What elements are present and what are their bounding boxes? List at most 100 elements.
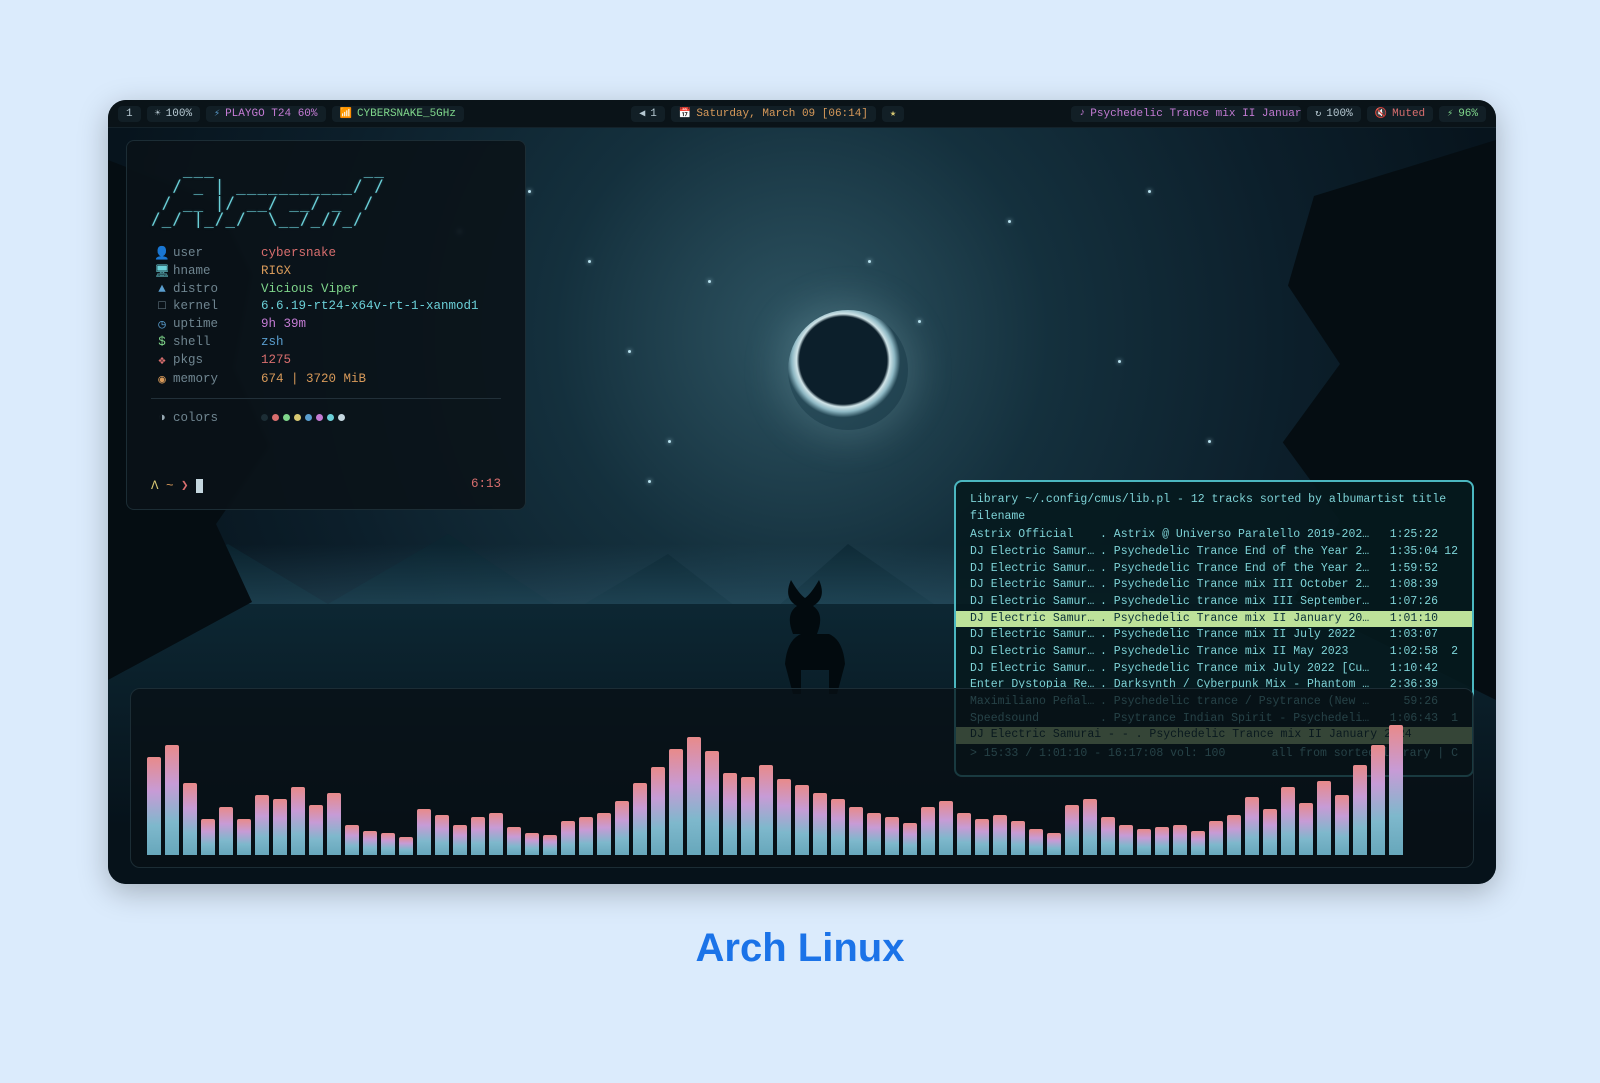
viz-bar <box>1371 745 1385 855</box>
loop-pill[interactable]: ↻100% <box>1307 106 1360 122</box>
viz-bar <box>741 777 755 855</box>
viz-bar <box>255 795 269 855</box>
star-pill[interactable]: ★ <box>882 106 904 122</box>
viz-bar <box>381 833 395 855</box>
cmus-header: Library ~/.config/cmus/lib.pl - 12 track… <box>970 492 1458 525</box>
viz-bar <box>489 813 503 855</box>
moon-graphic <box>788 310 908 430</box>
sysinfo-row-kernel: □kernel6.6.19-rt24-x64v-rt-1-xanmod1 <box>151 297 479 314</box>
viz-bar <box>849 807 863 855</box>
viz-bar <box>831 799 845 855</box>
palette-icon: ◑ <box>151 409 173 426</box>
viz-bar <box>1047 833 1061 855</box>
viz-bar <box>1335 795 1349 855</box>
viz-bar <box>345 825 359 855</box>
viz-bar <box>957 813 971 855</box>
viz-bar <box>1029 829 1043 855</box>
viz-bar <box>147 757 161 855</box>
viz-bar <box>1317 781 1331 855</box>
viz-bar <box>543 835 557 855</box>
cmus-track-row[interactable]: DJ Electric Samur…. Psychedelic Trance E… <box>970 561 1458 578</box>
viz-bar <box>561 821 575 855</box>
viz-bar <box>201 819 215 855</box>
viz-bar <box>615 801 629 855</box>
desktop-viewport: 1 ☀100% ⚡PLAYGO T24 60% 📶CYBERSNAKE_5GHz… <box>108 100 1496 884</box>
prompt-clock: 6:13 <box>471 477 501 493</box>
viz-bar <box>417 809 431 855</box>
viz-bar <box>399 837 413 855</box>
viz-bar <box>1263 809 1277 855</box>
viz-bar <box>651 767 665 855</box>
datetime-pill[interactable]: 📅Saturday, March 09 [06:14] <box>671 106 876 122</box>
music-pill[interactable]: ♪Psychedelic Trance mix II Januar… <box>1071 106 1301 122</box>
cmus-track-row[interactable]: DJ Electric Samur…. Psychedelic trance m… <box>970 594 1458 611</box>
viz-bar <box>309 805 323 855</box>
viz-bar <box>1353 765 1367 855</box>
viz-bar <box>1119 825 1133 855</box>
viz-bar <box>597 813 611 855</box>
viz-bar <box>1227 815 1241 855</box>
viz-bar <box>291 787 305 855</box>
viz-bar <box>165 745 179 855</box>
image-caption: Arch Linux <box>0 928 1600 968</box>
viz-bar <box>885 817 899 855</box>
viz-bar <box>903 823 917 855</box>
viz-bar <box>633 783 647 855</box>
viz-bar <box>1299 803 1313 855</box>
color-swatches <box>261 409 349 426</box>
viz-bar <box>435 815 449 855</box>
viz-bar <box>507 827 521 855</box>
viz-bar <box>1137 829 1151 855</box>
viz-bar <box>183 783 197 855</box>
sysinfo-row-pkgs: ❖pkgs1275 <box>151 350 479 369</box>
viz-bar <box>453 825 467 855</box>
volume-pill[interactable]: 🔇Muted <box>1367 106 1433 122</box>
viz-bar <box>1083 799 1097 855</box>
viz-bar <box>1155 827 1169 855</box>
viz-bar <box>921 807 935 855</box>
viz-bar <box>687 737 701 855</box>
viz-bar <box>525 833 539 855</box>
fetch-window[interactable]: ___ __ / _ | ___________/ / / __ |/ __/ … <box>126 140 526 510</box>
viz-bar <box>237 819 251 855</box>
shell-prompt[interactable]: Λ ~ ❯ <box>151 477 203 493</box>
brightness-pill[interactable]: ☀100% <box>147 106 200 122</box>
cmus-track-row[interactable]: DJ Electric Samur…. Psychedelic Trance m… <box>970 661 1458 678</box>
viz-bar <box>993 815 1007 855</box>
sysinfo-row-distro: ▲distroVicious Viper <box>151 280 479 297</box>
viz-bar <box>1011 821 1025 855</box>
colors-label: colors <box>173 409 261 426</box>
viz-bar <box>219 807 233 855</box>
wifi-pill[interactable]: 📶CYBERSNAKE_5GHz <box>332 106 464 122</box>
viz-bar <box>327 793 341 855</box>
cmus-track-row[interactable]: DJ Electric Samur…. Psychedelic Trance E… <box>970 544 1458 561</box>
viz-bar <box>1281 787 1295 855</box>
viz-bar <box>1389 725 1403 855</box>
viz-bar <box>1173 825 1187 855</box>
cmus-track-row[interactable]: DJ Electric Samur…. Psychedelic Trance m… <box>970 627 1458 644</box>
viz-bar <box>579 817 593 855</box>
viz-bar <box>669 749 683 855</box>
sysinfo-row-user: 👤usercybersnake <box>151 244 479 262</box>
workspace-indicator[interactable]: 1 <box>118 106 141 122</box>
sysinfo-row-shell: $shellzsh <box>151 333 479 350</box>
cmus-track-row[interactable]: DJ Electric Samur…. Psychedelic Trance m… <box>956 611 1472 628</box>
gpu-pill[interactable]: ⚡PLAYGO T24 60% <box>206 106 325 122</box>
viz-bar <box>867 813 881 855</box>
viz-bar <box>1245 797 1259 855</box>
viz-bar <box>1191 831 1205 855</box>
viz-bar <box>759 765 773 855</box>
cmus-track-row[interactable]: DJ Electric Samur…. Psychedelic Trance m… <box>970 644 1458 661</box>
audio-visualizer <box>130 688 1474 868</box>
cmus-track-row[interactable]: Astrix Official. Astrix @ Universo Paral… <box>970 527 1458 544</box>
tray-pill[interactable]: ◀1 <box>631 106 665 122</box>
cmus-track-row[interactable]: DJ Electric Samur…. Psychedelic Trance m… <box>970 577 1458 594</box>
battery-pill[interactable]: ⚡96% <box>1439 106 1486 122</box>
viz-bar <box>363 831 377 855</box>
viz-bar <box>1101 817 1115 855</box>
viz-bar <box>1065 805 1079 855</box>
viz-bar <box>939 801 953 855</box>
sysinfo-table: 👤usercybersnake🖥hnameRIGX▲distroVicious … <box>151 244 479 388</box>
deer-graphic <box>748 574 868 694</box>
sysinfo-row-hname: 🖥hnameRIGX <box>151 262 479 280</box>
